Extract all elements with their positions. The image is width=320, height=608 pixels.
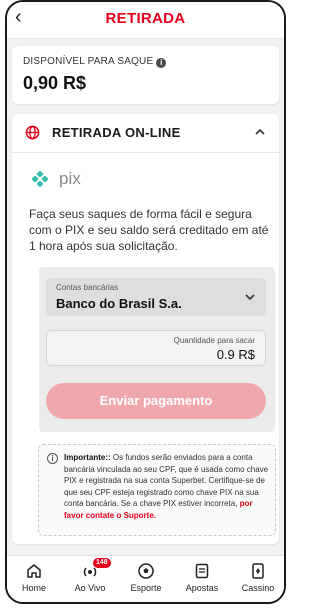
pix-description: Faça seus saques de forma fácil e segura… <box>29 207 269 253</box>
chevron-up-icon[interactable] <box>253 125 267 139</box>
balance-label-row: DISPONÍVEL PARA SAQUE i <box>23 56 167 68</box>
bank-account-select[interactable]: Contas bancárias Banco do Brasil S.a. <box>46 278 266 316</box>
bank-account-label: Contas bancárias <box>56 283 119 292</box>
soccer-ball-icon <box>138 563 154 579</box>
nav-item-casino[interactable]: Cassino <box>231 562 284 593</box>
balance-card: DISPONÍVEL PARA SAQUE i 0,90 R$ <box>12 46 279 104</box>
withdrawal-form: Contas bancárias Banco do Brasil S.a. Qu… <box>39 267 275 432</box>
bank-account-value: Banco do Brasil S.a. <box>56 296 182 311</box>
info-icon[interactable]: i <box>156 58 167 68</box>
balance-value: 0,90 R$ <box>23 73 87 93</box>
nav-item-sports[interactable]: Esporte <box>119 562 173 593</box>
phone-frame: ‹ RETIRADA DISPONÍVEL PARA SAQUE i 0,90 R… <box>5 0 286 604</box>
nav-item-bets[interactable]: Apostas <box>175 562 229 593</box>
nav-label-live: Ao Vivo <box>74 583 106 593</box>
send-payment-button[interactable]: Enviar pagamento <box>46 383 266 419</box>
nav-item-live[interactable]: 148 Ao Vivo <box>63 558 117 593</box>
nav-item-home[interactable]: Home <box>7 562 61 593</box>
page-title: RETIRADA <box>105 10 186 27</box>
bottom-navigation: Home 148 Ao Vivo Esporte Apostas Cassino <box>7 555 284 602</box>
notice-text: Importante:: Os fundos serão enviados pa… <box>64 452 269 521</box>
info-icon: i <box>47 453 58 464</box>
live-count-badge: 148 <box>93 558 111 568</box>
casino-icon <box>252 563 264 579</box>
section-header[interactable]: RETIRADA ON-LINE <box>12 114 279 153</box>
amount-label: Quantidade para sacar <box>173 336 255 345</box>
globe-icon <box>25 125 40 140</box>
online-withdrawal-card: RETIRADA ON-LINE pix Faça seus saques de… <box>12 114 279 544</box>
amount-field[interactable]: Quantidade para sacar 0.9 R$ <box>46 330 266 366</box>
section-title: RETIRADA ON-LINE <box>52 125 181 140</box>
svg-text:pix: pix <box>59 169 81 188</box>
nav-label-casino: Cassino <box>241 583 275 593</box>
balance-label: DISPONÍVEL PARA SAQUE <box>23 56 154 67</box>
chevron-down-icon <box>245 294 255 301</box>
nav-label-sports: Esporte <box>130 583 162 593</box>
betslip-icon <box>195 563 209 579</box>
amount-value: 0.9 R$ <box>216 347 255 362</box>
notice-title: Importante:: <box>64 453 111 462</box>
important-notice: i Importante:: Os fundos serão enviados … <box>38 444 276 536</box>
nav-label-bets: Apostas <box>185 583 219 593</box>
top-bar: ‹ RETIRADA <box>7 2 284 39</box>
home-icon <box>27 564 41 578</box>
nav-label-home: Home <box>21 583 46 593</box>
pix-logo: pix <box>31 169 81 188</box>
